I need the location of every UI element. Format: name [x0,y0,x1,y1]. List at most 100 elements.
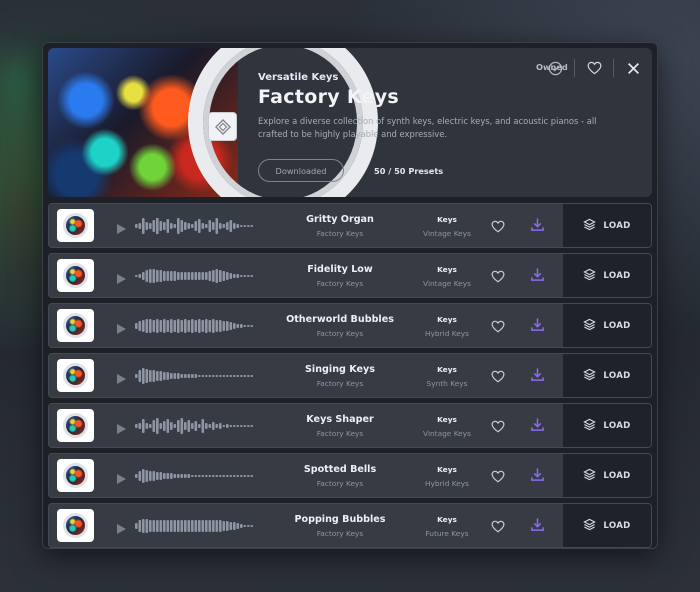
preset-thumbnail [57,209,94,242]
waveform[interactable] [135,318,257,338]
layers-icon [583,318,597,334]
waveform[interactable] [135,368,257,388]
divider [574,59,575,77]
preset-row[interactable]: Keys Shaper Factory Keys Keys Vintage Keys L… [48,403,652,448]
layers-icon [583,218,597,234]
preset-thumbnail [57,409,94,442]
preset-category: Keys [437,265,457,274]
preset-category: Keys [437,215,457,224]
pack-subtitle: Versatile Keys [258,72,339,83]
heart-icon[interactable] [491,418,505,437]
heart-icon[interactable] [491,468,505,487]
preset-subcategory: Vintage Keys [423,279,471,288]
heart-icon[interactable] [491,268,505,287]
load-label: LOAD [603,420,631,431]
preset-library: Factory Keys [316,429,364,438]
preset-thumbnail [57,459,94,492]
load-button[interactable]: LOAD [563,304,651,347]
download-icon[interactable] [530,217,545,236]
load-button[interactable]: LOAD [563,354,651,397]
preset-name: Gritty Organ [306,214,374,225]
preset-library: Factory Keys [316,529,364,538]
play-icon[interactable] [116,370,127,389]
background-blur [0,60,40,300]
play-icon[interactable] [116,320,127,339]
preset-category: Keys [437,515,457,524]
pack-title: Factory Keys [258,86,400,108]
play-icon[interactable] [116,270,127,289]
download-icon[interactable] [530,517,545,536]
layers-icon [583,268,597,284]
play-icon[interactable] [116,470,127,489]
preset-category: Keys [437,365,457,374]
load-label: LOAD [603,370,631,381]
preset-library: Factory Keys [316,229,364,238]
load-button[interactable]: LOAD [563,254,651,297]
downloaded-button[interactable]: Downloaded [258,159,344,182]
preset-name: Singing Keys [305,364,375,375]
preset-subcategory: Hybrid Keys [424,329,469,338]
layers-icon [583,418,597,434]
layers-icon [583,518,597,534]
preset-subcategory: Vintage Keys [423,229,471,238]
preset-thumbnail [57,259,94,292]
heart-icon[interactable] [491,368,505,387]
preset-name: Otherworld Bubbles [286,314,394,325]
download-icon[interactable] [530,367,545,386]
preset-thumbnail [57,359,94,392]
preset-row[interactable]: Spotted Bells Factory Keys Keys Hybrid Keys… [48,453,652,498]
download-icon[interactable] [530,317,545,336]
download-icon[interactable] [530,417,545,436]
preset-name: Popping Bubbles [294,514,386,525]
preset-library: Factory Keys [316,279,364,288]
heart-icon[interactable] [583,57,605,79]
preset-row[interactable]: Gritty Organ Factory Keys Keys Vintage Keys… [48,203,652,248]
preset-row[interactable]: Fidelity Low Factory Keys Keys Vintage Keys… [48,253,652,298]
pack-description: Explore a diverse collection of synth ke… [258,116,597,139]
load-button[interactable]: LOAD [563,454,651,497]
preset-subcategory: Vintage Keys [423,429,471,438]
download-icon[interactable] [530,267,545,286]
load-label: LOAD [603,470,631,481]
load-label: LOAD [603,270,631,281]
heart-icon[interactable] [491,218,505,237]
load-button[interactable]: LOAD [563,504,651,547]
play-icon[interactable] [116,220,127,239]
preset-name: Spotted Bells [303,464,377,475]
divider [613,59,614,77]
preset-library: Factory Keys [316,329,364,338]
waveform[interactable] [135,518,257,538]
load-label: LOAD [603,220,631,231]
preset-row[interactable]: Popping Bubbles Factory Keys Keys Future Ke… [48,503,652,548]
preset-category: Keys [437,315,457,324]
load-button[interactable]: LOAD [563,404,651,447]
play-icon[interactable] [116,520,127,539]
preset-name: Fidelity Low [307,264,373,275]
load-button[interactable]: LOAD [563,204,651,247]
preset-count: 50 / 50 Presets [374,166,444,176]
header-actions [544,57,644,79]
preset-row[interactable]: Singing Keys Factory Keys Keys Synth Keys LO… [48,353,652,398]
preset-library: Factory Keys [316,379,364,388]
preset-category: Keys [437,465,457,474]
heart-icon[interactable] [491,518,505,537]
waveform[interactable] [135,268,257,288]
preset-list: Gritty Organ Factory Keys Keys Vintage Keys… [48,203,652,548]
preset-subcategory: Future Keys [425,529,469,538]
preset-library: Factory Keys [316,479,364,488]
download-icon[interactable] [530,467,545,486]
preset-subcategory: Hybrid Keys [424,479,469,488]
pack-header: Versatile Keys Factory Keys Explore a di… [48,48,652,197]
preset-subcategory: Synth Keys [426,379,468,388]
play-icon[interactable] [116,420,127,439]
waveform[interactable] [135,468,257,488]
pack-logo-icon [208,112,237,141]
close-icon[interactable] [622,57,644,79]
layers-icon [583,368,597,384]
waveform[interactable] [135,418,257,438]
heart-icon[interactable] [491,318,505,337]
preset-row[interactable]: Otherworld Bubbles Factory Keys Keys Hybrid… [48,303,652,348]
layers-icon [583,468,597,484]
check-circle-icon [544,57,566,79]
waveform[interactable] [135,217,257,238]
